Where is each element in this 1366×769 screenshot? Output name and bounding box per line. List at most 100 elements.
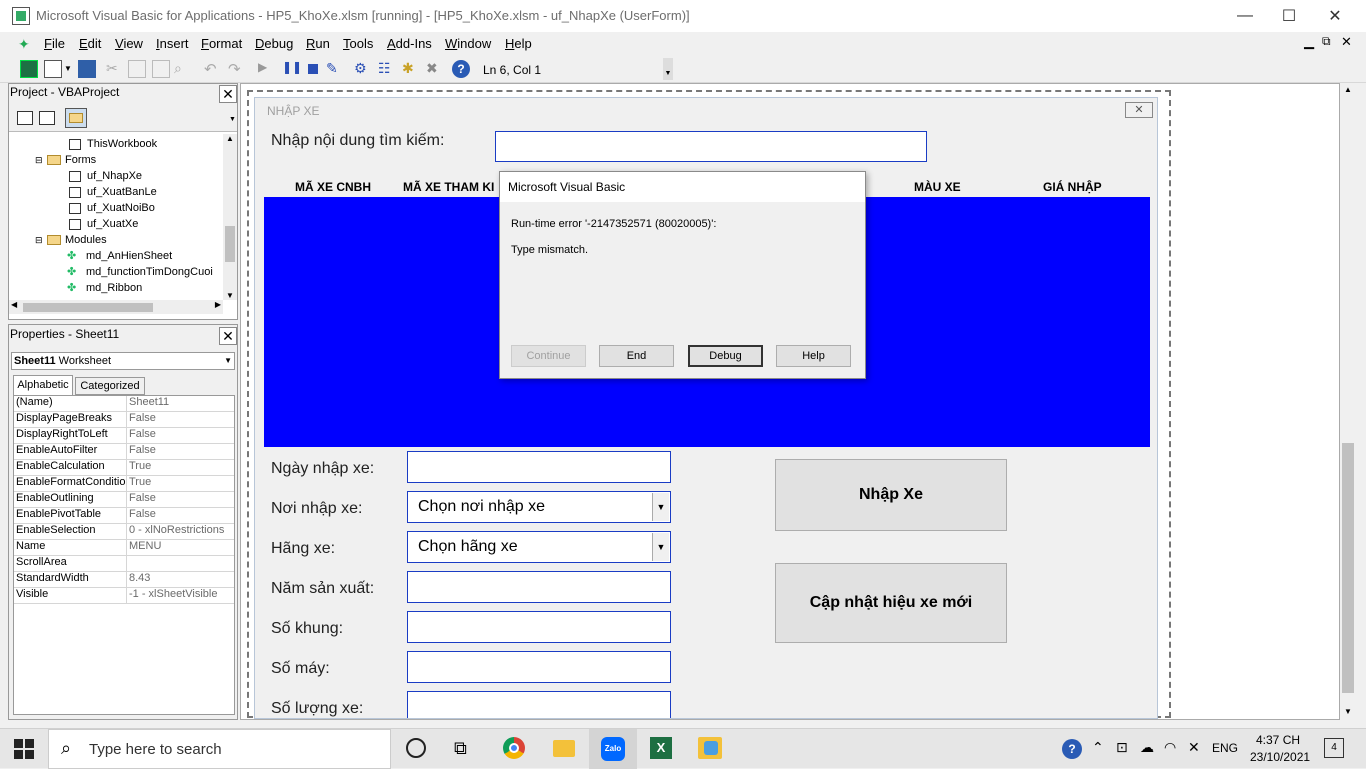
menu-debug[interactable]: Debug <box>255 36 293 51</box>
menu-tools[interactable]: Tools <box>343 36 373 51</box>
tab-categorized[interactable]: Categorized <box>75 377 145 395</box>
property-row[interactable]: DisplayPageBreaks False <box>14 412 234 428</box>
hang-xe-combo[interactable]: Chọn hãng xe ▼ <box>407 531 671 563</box>
property-row[interactable]: Name MENU <box>14 540 234 556</box>
so-khung-input[interactable] <box>407 611 671 643</box>
redo-icon[interactable]: ↷ <box>228 60 246 78</box>
property-value[interactable]: 0 - xlNoRestrictions <box>127 524 224 539</box>
so-may-input[interactable] <box>407 651 671 683</box>
mdi-minimize-icon[interactable]: ▁ <box>1304 34 1314 50</box>
clock-time[interactable]: 4:37 CH <box>1256 733 1300 747</box>
cut-icon[interactable]: ✂ <box>106 60 124 78</box>
tree-folder[interactable]: ⊟ Forms <box>35 152 96 168</box>
clock-date[interactable]: 23/10/2021 <box>1250 750 1310 764</box>
excel-icon[interactable]: X <box>650 737 672 759</box>
property-value[interactable]: MENU <box>127 540 161 555</box>
menu-addins[interactable]: Add-Ins <box>387 36 432 51</box>
undo-icon[interactable]: ↶ <box>204 60 222 78</box>
maximize-button[interactable]: ☐ <box>1266 0 1312 32</box>
menu-insert[interactable]: Insert <box>156 36 189 51</box>
menu-format[interactable]: Format <box>201 36 242 51</box>
view-object-icon[interactable] <box>39 111 55 125</box>
find-icon[interactable]: ⌕ <box>174 60 192 78</box>
cortana-icon[interactable] <box>406 738 426 758</box>
tree-item[interactable]: uf_NhapXe <box>69 168 142 184</box>
property-value[interactable]: False <box>127 492 156 507</box>
zalo-icon[interactable]: Zalo <box>589 729 637 769</box>
help-icon[interactable]: ? <box>452 60 470 78</box>
noi-nhap-combo[interactable]: Chọn nơi nhập xe ▼ <box>407 491 671 523</box>
vba-menu-icon[interactable]: ✦ <box>18 36 36 52</box>
project-toolbar-overflow-icon[interactable]: ▼ <box>229 116 236 123</box>
save-icon[interactable] <box>78 60 96 78</box>
nam-san-xuat-input[interactable] <box>407 571 671 603</box>
vba-taskbar-icon[interactable] <box>698 737 722 759</box>
menu-edit[interactable]: Edit <box>79 36 101 51</box>
mdi-restore-icon[interactable]: ⧉ <box>1322 34 1331 49</box>
insert-dropdown-icon[interactable]: ▼ <box>64 64 72 73</box>
tree-vertical-scrollbar[interactable]: ▲ ▼ <box>223 134 237 300</box>
menu-help[interactable]: Help <box>505 36 532 51</box>
excel-view-icon[interactable] <box>20 60 38 78</box>
property-row[interactable]: EnableSelection 0 - xlNoRestrictions <box>14 524 234 540</box>
language-indicator[interactable]: ENG <box>1212 741 1238 755</box>
design-mode-icon[interactable]: ✎ <box>326 60 344 78</box>
property-value[interactable]: True <box>127 460 151 475</box>
property-row[interactable]: Visible -1 - xlSheetVisible <box>14 588 234 604</box>
property-row[interactable]: StandardWidth 8.43 <box>14 572 234 588</box>
insert-userform-icon[interactable] <box>44 60 62 78</box>
property-row[interactable]: EnableFormatCondition True <box>14 476 234 492</box>
mdi-close-icon[interactable]: ✕ <box>1341 34 1352 50</box>
copy-icon[interactable] <box>128 60 146 78</box>
task-view-icon[interactable]: ⧉ <box>454 738 467 759</box>
cap-nhat-hieu-xe-button[interactable]: Cập nhật hiệu xe mới <box>775 563 1007 643</box>
project-explorer-icon[interactable]: ⚙ <box>354 60 372 78</box>
end-button[interactable]: End <box>599 345 674 367</box>
object-selector[interactable]: Sheet11 Worksheet ▼ <box>11 352 235 370</box>
tree-item[interactable]: uf_XuatXe <box>69 216 138 232</box>
ngay-nhap-input[interactable] <box>407 451 671 483</box>
object-browser-icon[interactable]: ✱ <box>402 60 420 78</box>
wifi-icon[interactable]: ◠ <box>1164 739 1176 756</box>
menu-view[interactable]: View <box>115 36 143 51</box>
break-icon[interactable]: ❚❚ <box>282 60 302 78</box>
taskbar-search-box[interactable]: ⌕ Type here to search <box>48 729 391 769</box>
userform-close-icon[interactable]: ✕ <box>1125 102 1153 118</box>
properties-window-icon[interactable]: ☷ <box>378 60 396 78</box>
tree-horizontal-scrollbar[interactable]: ◀ ▶ <box>9 300 223 314</box>
tree-item[interactable]: uf_XuatNoiBo <box>69 200 155 216</box>
help-tray-icon[interactable]: ? <box>1062 739 1082 759</box>
menu-file[interactable]: File <box>44 36 65 51</box>
project-close-button[interactable]: ✕ <box>219 85 237 103</box>
property-row[interactable]: (Name) Sheet11 <box>14 396 234 412</box>
property-row[interactable]: EnablePivotTable False <box>14 508 234 524</box>
tree-item[interactable]: ✤ md_AnHienSheet <box>67 248 172 264</box>
close-button[interactable]: ✕ <box>1312 0 1358 32</box>
properties-close-button[interactable]: ✕ <box>219 327 237 345</box>
chrome-icon[interactable] <box>503 737 525 759</box>
tree-item[interactable]: ✤ md_functionTimDongCuoi <box>67 264 213 280</box>
nhap-xe-button[interactable]: Nhập Xe <box>775 459 1007 531</box>
debug-button[interactable]: Debug <box>688 345 763 367</box>
tree-folder[interactable]: ⊟ Modules <box>35 232 107 248</box>
minimize-button[interactable]: — <box>1222 0 1268 32</box>
continue-button[interactable]: Continue <box>511 345 586 367</box>
property-value[interactable]: False <box>127 508 156 523</box>
menu-run[interactable]: Run <box>306 36 330 51</box>
property-row[interactable]: EnableAutoFilter False <box>14 444 234 460</box>
onedrive-icon[interactable]: ☁ <box>1140 739 1154 756</box>
property-value[interactable]: False <box>127 412 156 427</box>
run-icon[interactable]: ▶ <box>258 60 276 78</box>
search-input[interactable] <box>495 131 927 162</box>
usb-icon[interactable]: ⊡ <box>1116 739 1128 756</box>
chevron-down-icon[interactable]: ▼ <box>652 493 669 521</box>
property-value[interactable]: False <box>127 444 156 459</box>
toggle-folders-icon[interactable] <box>65 108 87 128</box>
file-explorer-icon[interactable] <box>553 740 575 757</box>
property-value[interactable]: -1 - xlSheetVisible <box>127 588 217 603</box>
tree-item[interactable]: ThisWorkbook <box>69 136 157 152</box>
reset-icon[interactable] <box>304 60 322 78</box>
notification-icon[interactable]: 4 <box>1324 738 1344 758</box>
so-luong-input[interactable] <box>407 691 671 718</box>
property-value[interactable]: False <box>127 428 156 443</box>
